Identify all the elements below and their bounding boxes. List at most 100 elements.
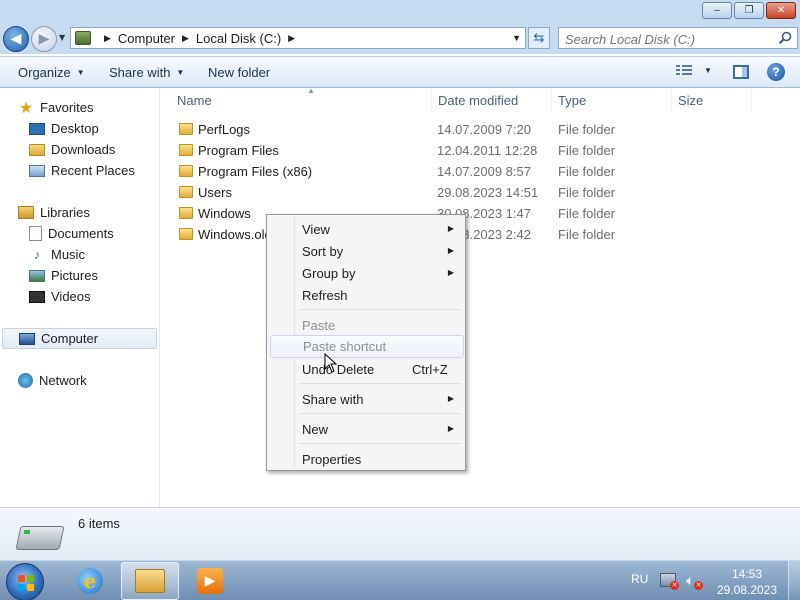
- folder-icon: [179, 144, 193, 156]
- submenu-arrow-icon: ▶: [447, 394, 454, 403]
- file-type: File folder: [558, 227, 616, 242]
- file-name: Program Files (x86): [198, 164, 313, 179]
- chevron-right-icon[interactable]: ▶: [182, 33, 189, 44]
- nav-label: Documents: [48, 226, 114, 241]
- refresh-icon: ⇆: [533, 30, 545, 46]
- table-row[interactable]: Program Files (x86) 14.07.2009 8:57 File…: [161, 161, 800, 182]
- show-desktop-button[interactable]: [788, 561, 800, 600]
- nav-label: Desktop: [51, 121, 99, 136]
- windows-logo-icon: [18, 575, 34, 591]
- breadcrumb-computer[interactable]: Computer: [118, 31, 175, 46]
- column-header-type[interactable]: Type: [552, 89, 672, 112]
- menu-item-refresh[interactable]: Refresh: [270, 284, 464, 306]
- column-label: Size: [678, 93, 704, 108]
- menu-item-view[interactable]: View ▶: [270, 218, 464, 240]
- computer-icon: [75, 31, 91, 45]
- organize-button[interactable]: Organize ▼: [18, 65, 85, 80]
- menu-item-group-by[interactable]: Group by ▶: [270, 262, 464, 284]
- table-row[interactable]: Windows.old 29.08.2023 2:42 File folder: [161, 224, 800, 245]
- minimize-button[interactable]: ‒: [702, 2, 732, 19]
- chevron-down-icon: ▼: [704, 65, 712, 75]
- column-header-size[interactable]: Size: [672, 89, 752, 112]
- table-row[interactable]: Program Files 12.04.2011 12:28 File fold…: [161, 140, 800, 161]
- back-button[interactable]: ◀: [3, 26, 29, 52]
- refresh-button[interactable]: ⇆: [528, 27, 550, 49]
- menu-item-paste[interactable]: Paste: [270, 314, 464, 336]
- menu-item-properties[interactable]: Properties: [270, 448, 464, 470]
- breadcrumb-local-disk[interactable]: Local Disk (C:): [196, 31, 281, 46]
- share-with-label: Share with: [109, 65, 171, 80]
- nav-documents[interactable]: Documents: [29, 223, 158, 244]
- nav-favorites[interactable]: ★ Favorites: [18, 97, 158, 118]
- system-clock[interactable]: 14:53 29.08.2023: [712, 566, 782, 598]
- nav-network[interactable]: Network: [18, 370, 158, 391]
- chevron-down-icon: ▼: [76, 68, 85, 77]
- item-count: 6 items: [78, 516, 120, 531]
- star-icon: ★: [18, 99, 34, 117]
- column-header-name[interactable]: Name ▲: [171, 86, 432, 112]
- nav-label: Music: [51, 247, 85, 262]
- command-toolbar: Organize ▼ Share with ▼ New folder ▼ ?: [0, 56, 800, 88]
- libraries-icon: [18, 206, 34, 219]
- column-label: Name: [177, 93, 212, 108]
- menu-item-label: Paste shortcut: [303, 339, 387, 354]
- arrow-right-icon: ▶: [38, 31, 50, 47]
- share-with-button[interactable]: Share with ▼: [109, 65, 184, 80]
- taskbar-internet-explorer[interactable]: e: [61, 562, 119, 600]
- address-bar[interactable]: ▶ Computer ▶ Local Disk (C:) ▶ ▼: [70, 27, 526, 49]
- close-button[interactable]: ✕: [766, 2, 796, 19]
- menu-separator: [299, 443, 461, 444]
- language-indicator[interactable]: RU: [631, 572, 648, 586]
- menu-item-new[interactable]: New ▶: [270, 418, 464, 440]
- details-pane: 6 items: [0, 507, 800, 560]
- search-input[interactable]: [558, 27, 798, 49]
- maximize-button[interactable]: ❐: [734, 2, 764, 19]
- submenu-arrow-icon: ▶: [447, 246, 454, 255]
- network-icon: [18, 373, 33, 388]
- taskbar-windows-explorer[interactable]: [121, 562, 179, 600]
- table-row[interactable]: PerfLogs 14.07.2009 7:20 File folder: [161, 119, 800, 140]
- folder-icon: [179, 165, 193, 177]
- table-row[interactable]: Windows 30.08.2023 1:47 File folder: [161, 203, 800, 224]
- new-folder-button[interactable]: New folder: [208, 65, 270, 80]
- help-icon[interactable]: ?: [767, 63, 785, 81]
- search-icon[interactable]: [778, 31, 792, 45]
- nav-pictures[interactable]: Pictures: [29, 265, 158, 286]
- chevron-right-icon[interactable]: ▶: [104, 33, 111, 44]
- nav-computer[interactable]: Computer: [2, 328, 157, 349]
- file-type: File folder: [558, 185, 616, 200]
- submenu-arrow-icon: ▶: [447, 424, 454, 433]
- menu-item-label: Paste: [302, 317, 336, 333]
- chevron-down-icon[interactable]: ▼: [512, 33, 521, 43]
- menu-separator: [299, 309, 461, 310]
- taskbar-media-player[interactable]: ▶: [181, 562, 239, 600]
- nav-videos[interactable]: Videos: [29, 286, 158, 307]
- file-list[interactable]: Name ▲ Date modified Type Size PerfLogs …: [161, 86, 800, 507]
- chevron-right-icon[interactable]: ▶: [288, 33, 295, 44]
- preview-pane-icon[interactable]: [733, 65, 749, 79]
- nav-music[interactable]: ♪ Music: [29, 244, 158, 265]
- menu-item-label: Properties: [302, 451, 362, 467]
- menu-item-sort-by[interactable]: Sort by ▶: [270, 240, 464, 262]
- folder-icon: [179, 186, 193, 198]
- hard-drive-icon: [15, 526, 65, 550]
- start-button[interactable]: [6, 563, 44, 600]
- table-row[interactable]: Users 29.08.2023 14:51 File folder: [161, 182, 800, 203]
- nav-label: Favorites: [40, 100, 94, 115]
- recent-pages-dropdown[interactable]: ▼: [59, 33, 65, 42]
- volume-muted-icon: ✕: [694, 581, 703, 590]
- nav-downloads[interactable]: Downloads: [29, 139, 158, 160]
- submenu-arrow-icon: ▶: [447, 224, 454, 233]
- menu-item-undo-delete[interactable]: Undo Delete Ctrl+Z: [270, 358, 464, 380]
- nav-desktop[interactable]: Desktop: [29, 118, 158, 139]
- menu-item-share-with[interactable]: Share with ▶: [270, 388, 464, 410]
- menu-item-label: Share with: [302, 391, 364, 407]
- mouse-cursor-icon: [324, 353, 338, 373]
- forward-button[interactable]: ▶: [31, 26, 57, 52]
- column-header-date-modified[interactable]: Date modified: [432, 89, 552, 112]
- internet-explorer-icon: e: [77, 568, 103, 594]
- change-view-button[interactable]: ▼: [676, 64, 712, 76]
- menu-item-paste-shortcut[interactable]: Paste shortcut: [270, 335, 464, 358]
- nav-libraries[interactable]: Libraries: [18, 202, 158, 223]
- nav-recent-places[interactable]: Recent Places: [29, 160, 158, 181]
